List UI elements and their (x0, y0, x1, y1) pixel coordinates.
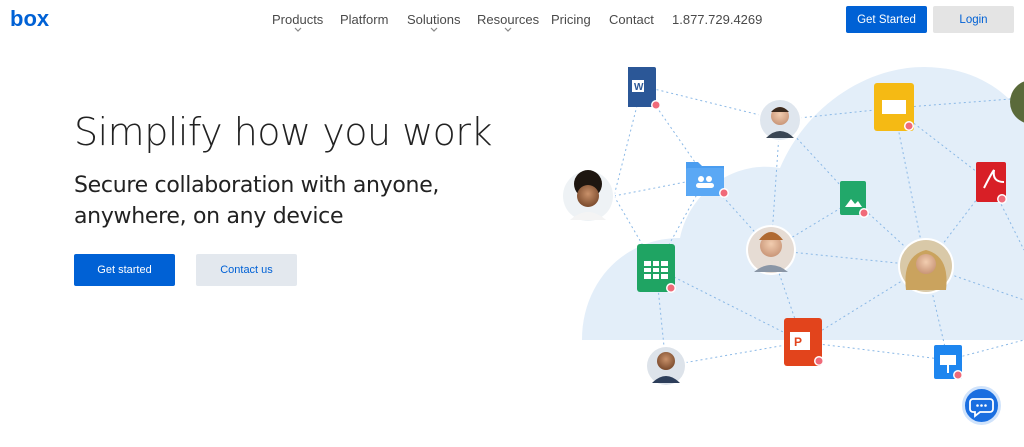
image-file-icon (840, 181, 869, 218)
svg-text:P: P (794, 335, 802, 349)
avatar (746, 225, 796, 275)
pdf-icon (976, 162, 1007, 204)
phone-number-link[interactable]: 1.877.729.4269 (672, 12, 762, 27)
word-doc-icon: W (628, 67, 661, 110)
login-button[interactable]: Login (933, 6, 1014, 33)
avatar (758, 98, 802, 142)
nav-contact-label: Contact (609, 12, 654, 27)
collaboration-illustration: W P (561, 66, 1024, 387)
avatar (645, 345, 687, 387)
google-slides-icon (874, 83, 914, 131)
avatar (898, 238, 954, 294)
chat-bubble-icon (969, 398, 994, 418)
google-sheets-icon (637, 244, 676, 293)
hero-title: Simplify how you work (74, 110, 493, 154)
cloud-shape (582, 66, 1024, 340)
nav-resources-label: Resources (477, 12, 540, 27)
nav-pricing[interactable]: Pricing (551, 12, 591, 27)
chat-widget-button[interactable] (962, 386, 1001, 425)
chevron-down-icon (504, 27, 512, 32)
svg-text:W: W (634, 82, 644, 93)
shared-folder-icon (686, 162, 729, 198)
nav-pricing-label: Pricing (551, 12, 591, 27)
chevron-down-icon (294, 27, 302, 32)
nav-platform-label: Platform (340, 12, 389, 27)
nav-resources[interactable]: Resources (477, 12, 540, 32)
header-get-started-button[interactable]: Get Started (846, 6, 927, 33)
chevron-down-icon (430, 27, 438, 32)
nav-solutions-label: Solutions (407, 12, 461, 27)
nav-solutions[interactable]: Solutions (407, 12, 461, 32)
powerpoint-icon: P (784, 318, 824, 366)
hero-get-started-button[interactable]: Get started (74, 254, 175, 286)
hero-subtitle: Secure collaboration with anyone, anywhe… (74, 173, 440, 229)
contact-us-button[interactable]: Contact us (196, 254, 297, 286)
keynote-icon (934, 345, 963, 380)
nav-contact[interactable]: Contact (609, 12, 654, 27)
avatar (561, 169, 615, 223)
nav-products[interactable]: Products (272, 12, 324, 32)
nav-platform[interactable]: Platform (340, 12, 388, 27)
nav-products-label: Products (272, 12, 324, 27)
